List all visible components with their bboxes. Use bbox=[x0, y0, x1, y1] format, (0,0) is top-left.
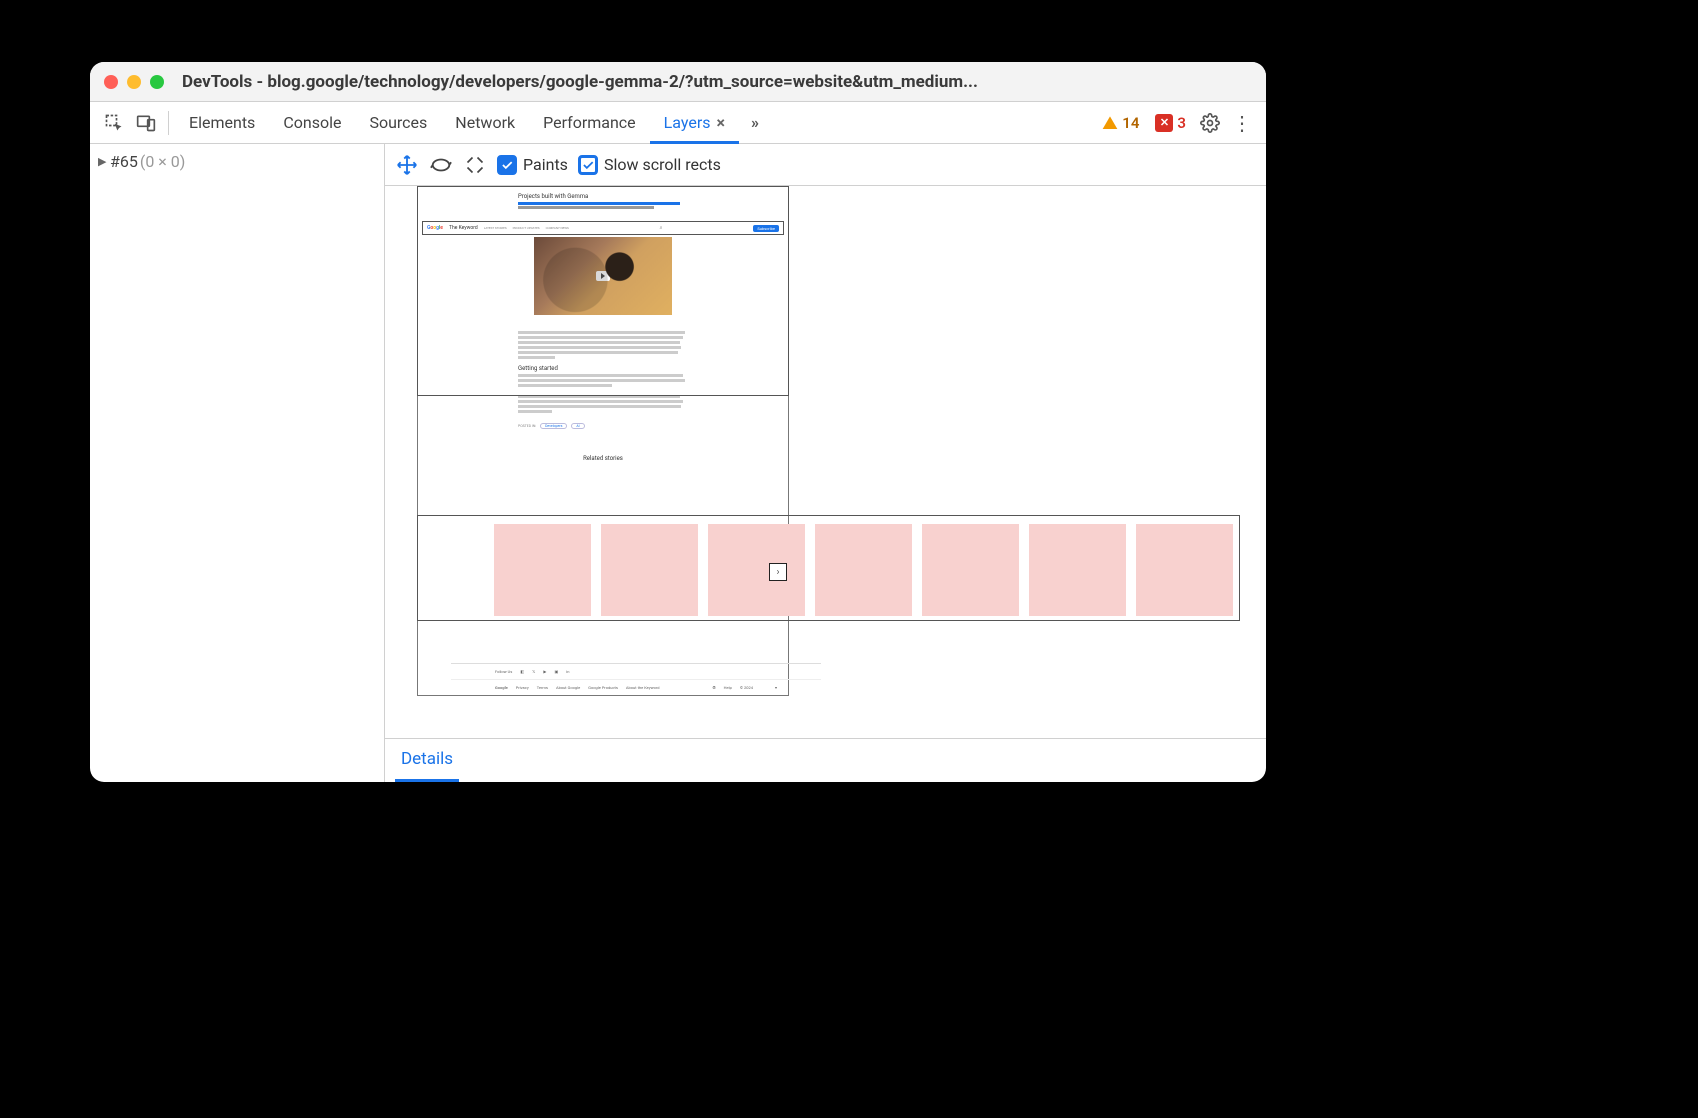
minimize-window-button[interactable] bbox=[127, 75, 141, 89]
devtools-window: DevTools - blog.google/technology/develo… bbox=[90, 62, 1266, 782]
node-dimensions: (0 × 0) bbox=[140, 152, 186, 171]
tree-node[interactable]: ▶ #65 (0 × 0) bbox=[94, 150, 380, 173]
layers-tree[interactable]: ▶ #65 (0 × 0) bbox=[90, 144, 385, 782]
tab-sources[interactable]: Sources bbox=[355, 102, 441, 143]
pan-icon[interactable] bbox=[395, 153, 419, 177]
slow-scroll-rect[interactable] bbox=[815, 524, 912, 616]
device-toolbar-icon[interactable] bbox=[130, 107, 162, 139]
tab-console[interactable]: Console bbox=[269, 102, 355, 143]
viewport-overlay bbox=[417, 186, 789, 396]
tab-details[interactable]: Details bbox=[395, 739, 459, 782]
slow-scroll-rect[interactable] bbox=[1136, 524, 1233, 616]
social-icon: ▶ bbox=[543, 669, 546, 674]
node-id: #65 bbox=[110, 152, 138, 171]
carousel-next-button[interactable]: › bbox=[769, 563, 787, 581]
slow-scroll-rect[interactable] bbox=[494, 524, 591, 616]
chevron-right-icon[interactable]: ▶ bbox=[98, 155, 108, 168]
slow-scroll-rect[interactable] bbox=[922, 524, 1019, 616]
related-stories-heading: Related stories bbox=[518, 455, 688, 462]
paints-checkbox[interactable]: Paints bbox=[497, 155, 568, 175]
settings-icon[interactable] bbox=[1194, 107, 1226, 139]
reset-view-icon[interactable] bbox=[463, 153, 487, 177]
slow-scroll-rect[interactable] bbox=[708, 524, 805, 616]
kebab-menu-icon[interactable]: ⋮ bbox=[1226, 107, 1258, 139]
layers-3d-viewport[interactable]: Projects built with Gemma Google The Key… bbox=[385, 186, 1266, 738]
panel-body: ▶ #65 (0 × 0) Paints bbox=[90, 144, 1266, 782]
layers-toolbar: Paints Slow scroll rects bbox=[385, 144, 1266, 186]
window-controls bbox=[104, 75, 164, 89]
separator bbox=[168, 111, 169, 135]
close-window-button[interactable] bbox=[104, 75, 118, 89]
tab-performance[interactable]: Performance bbox=[529, 102, 650, 143]
errors-count[interactable]: ✕ 3 bbox=[1155, 114, 1186, 132]
social-icon: in bbox=[566, 669, 569, 674]
slow-scroll-rect[interactable] bbox=[1029, 524, 1126, 616]
site-footer: Follow Us ◧ 𝕏 ▶ ▣ in Google PrivacyTerms… bbox=[451, 663, 821, 695]
devtools-tabstrip: Elements Console Sources Network Perform… bbox=[90, 102, 1266, 144]
more-tabs-icon[interactable]: » bbox=[739, 107, 771, 139]
tab-layers[interactable]: Layers × bbox=[650, 102, 739, 143]
social-icon: ◧ bbox=[520, 669, 524, 674]
close-icon[interactable]: × bbox=[717, 113, 726, 132]
google-logo: Google bbox=[495, 685, 508, 690]
chevron-right-icon: › bbox=[776, 567, 779, 578]
slow-scroll-rects-checkbox[interactable]: Slow scroll rects bbox=[578, 155, 721, 175]
tab-network[interactable]: Network bbox=[441, 102, 529, 143]
inspect-element-icon[interactable] bbox=[98, 107, 130, 139]
zoom-window-button[interactable] bbox=[150, 75, 164, 89]
related-cards-group bbox=[494, 524, 1233, 616]
social-icon: ▣ bbox=[554, 669, 558, 674]
slow-scroll-rect[interactable] bbox=[601, 524, 698, 616]
social-icon: 𝕏 bbox=[532, 669, 535, 674]
layers-right-pane: Paints Slow scroll rects Projects built … bbox=[385, 144, 1266, 782]
tab-elements[interactable]: Elements bbox=[175, 102, 269, 143]
window-title: DevTools - blog.google/technology/develo… bbox=[182, 72, 1252, 92]
rotate-icon[interactable] bbox=[429, 153, 453, 177]
titlebar: DevTools - blog.google/technology/develo… bbox=[90, 62, 1266, 102]
warnings-count[interactable]: 14 bbox=[1102, 114, 1139, 132]
details-tabstrip: Details bbox=[385, 738, 1266, 782]
